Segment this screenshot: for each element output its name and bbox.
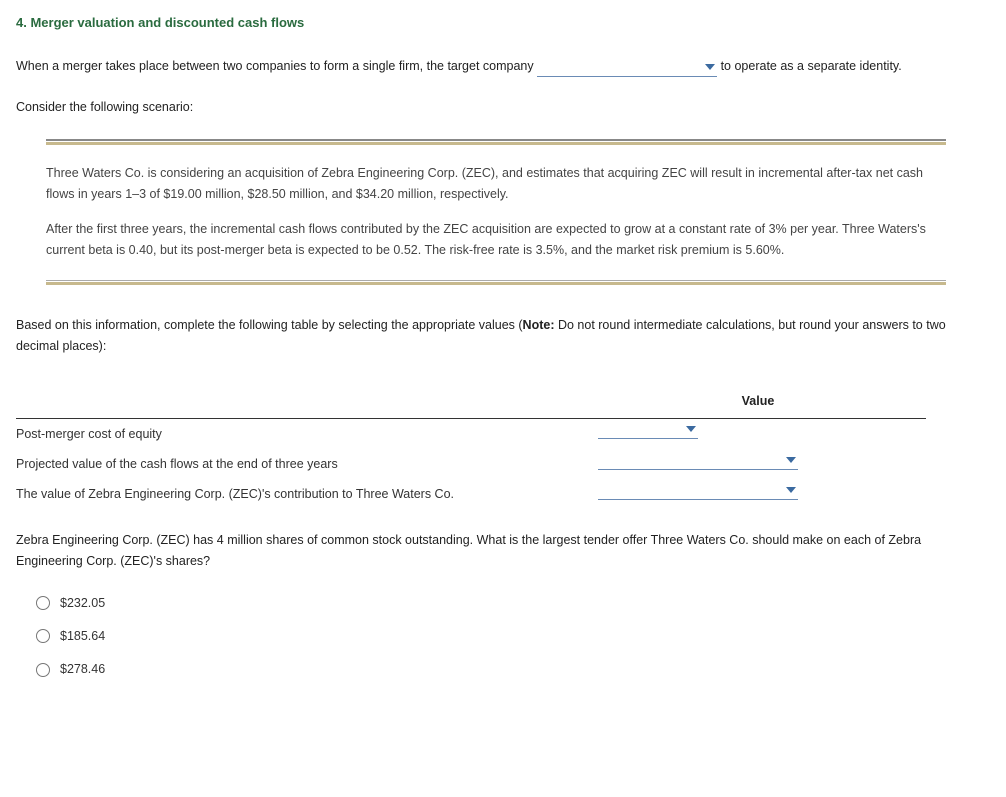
row-label: Projected value of the cash flows at the… xyxy=(16,450,590,480)
row-dropdown-projected-value[interactable] xyxy=(598,453,798,470)
instructions-before: Based on this information, complete the … xyxy=(16,318,523,332)
radio-icon xyxy=(36,663,50,677)
row-dropdown-cost-equity[interactable] xyxy=(598,422,698,439)
question-2: Zebra Engineering Corp. (ZEC) has 4 mill… xyxy=(16,530,990,573)
chevron-down-icon xyxy=(686,426,696,432)
table-header-value: Value xyxy=(590,385,926,419)
instructions-bold: Note: xyxy=(523,318,555,332)
row-label: The value of Zebra Engineering Corp. (ZE… xyxy=(16,480,590,510)
table-header-blank xyxy=(16,385,590,419)
chevron-down-icon xyxy=(705,64,715,70)
value-table: Value Post-merger cost of equity Project… xyxy=(16,385,926,510)
row-dropdown-contribution-value[interactable] xyxy=(598,483,798,500)
table-row: The value of Zebra Engineering Corp. (ZE… xyxy=(16,480,926,510)
radio-icon xyxy=(36,629,50,643)
scenario-p1: Three Waters Co. is considering an acqui… xyxy=(46,163,946,206)
table-row: Post-merger cost of equity xyxy=(16,419,926,450)
intro-paragraph: When a merger takes place between two co… xyxy=(16,56,990,77)
radio-option-1[interactable]: $232.05 xyxy=(36,593,990,614)
radio-label: $232.05 xyxy=(60,593,105,614)
radio-label: $185.64 xyxy=(60,626,105,647)
scenario-box: Three Waters Co. is considering an acqui… xyxy=(46,139,946,285)
chevron-down-icon xyxy=(786,487,796,493)
row-label: Post-merger cost of equity xyxy=(16,419,590,450)
chevron-down-icon xyxy=(786,457,796,463)
intro-text-before: When a merger takes place between two co… xyxy=(16,59,537,73)
consider-label: Consider the following scenario: xyxy=(16,97,990,118)
scenario-p2: After the first three years, the increme… xyxy=(46,219,946,262)
radio-group: $232.05 $185.64 $278.46 xyxy=(36,593,990,681)
radio-option-2[interactable]: $185.64 xyxy=(36,626,990,647)
radio-icon xyxy=(36,596,50,610)
section-heading: 4. Merger valuation and discounted cash … xyxy=(16,12,990,34)
divider-top xyxy=(46,139,946,145)
instructions: Based on this information, complete the … xyxy=(16,315,990,358)
intro-text-after: to operate as a separate identity. xyxy=(721,59,902,73)
table-row: Projected value of the cash flows at the… xyxy=(16,450,926,480)
radio-option-3[interactable]: $278.46 xyxy=(36,659,990,680)
intro-blank-dropdown[interactable] xyxy=(537,60,717,77)
divider-bottom xyxy=(46,280,946,285)
radio-label: $278.46 xyxy=(60,659,105,680)
